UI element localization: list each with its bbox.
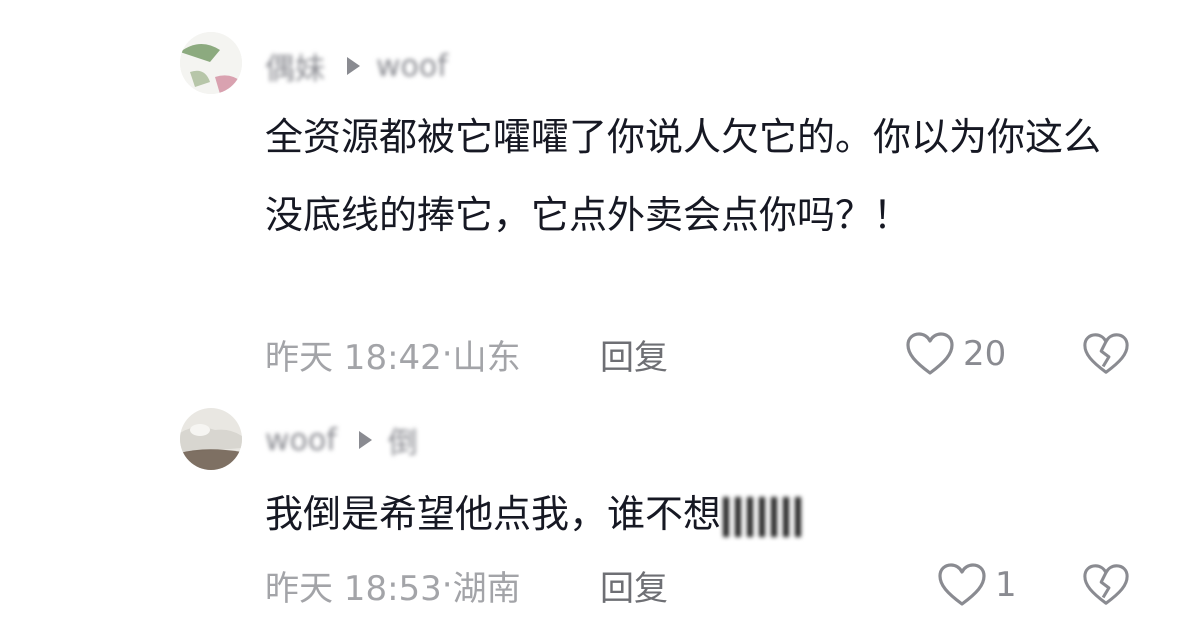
comment-meta: 昨天 18:53 · 湖南 回复	[265, 563, 668, 609]
reply-button[interactable]: 回复	[600, 561, 668, 610]
comment-location: 湖南	[452, 568, 521, 609]
comment-item: woof 倒 我倒是希望他点我，谁不想 昨天 18:53 · 湖南 回复 1	[0, 400, 1179, 637]
author-line: 偶妹 woof	[265, 44, 448, 88]
heart-outline-icon	[938, 563, 986, 606]
reply-button[interactable]: 回复	[600, 330, 668, 379]
reply-to-name[interactable]: 倒	[388, 418, 418, 462]
heart-outline-icon	[906, 332, 954, 375]
avatar[interactable]	[180, 408, 242, 470]
like-count: 1	[995, 565, 1017, 605]
comment-item: 偶妹 woof 全资源都被它嚯嚯了你说人欠它的。你以为你这么没底线的捧它，它点外…	[0, 0, 1179, 400]
triangle-right-icon	[347, 57, 360, 75]
like-button[interactable]: 20	[905, 329, 1006, 379]
author-name[interactable]: woof	[265, 423, 337, 458]
separator: ·	[441, 334, 453, 374]
censored-text	[723, 496, 804, 537]
triangle-right-icon	[358, 431, 372, 449]
broken-heart-icon[interactable]	[1082, 330, 1130, 378]
comment-meta: 昨天 18:42 · 山东 回复	[265, 332, 668, 378]
reply-to-name[interactable]: woof	[376, 49, 448, 84]
comment-text: 我倒是希望他点我，谁不想	[265, 475, 1125, 553]
like-button[interactable]: 1	[937, 560, 1017, 610]
comment-text-visible: 我倒是希望他点我，谁不想	[265, 492, 722, 536]
like-count: 20	[963, 334, 1007, 374]
comment-location: 山东	[452, 337, 521, 378]
author-name[interactable]: 偶妹	[265, 44, 325, 88]
comment-time: 昨天 18:53	[265, 568, 442, 609]
author-line: woof 倒	[265, 418, 418, 462]
comment-time: 昨天 18:42	[265, 337, 442, 378]
comment-text: 全资源都被它嚯嚯了你说人欠它的。你以为你这么没底线的捧它，它点外卖会点你吗？！	[265, 115, 1102, 237]
avatar[interactable]	[180, 32, 242, 94]
broken-heart-icon[interactable]	[1082, 561, 1130, 609]
separator: ·	[441, 565, 453, 605]
